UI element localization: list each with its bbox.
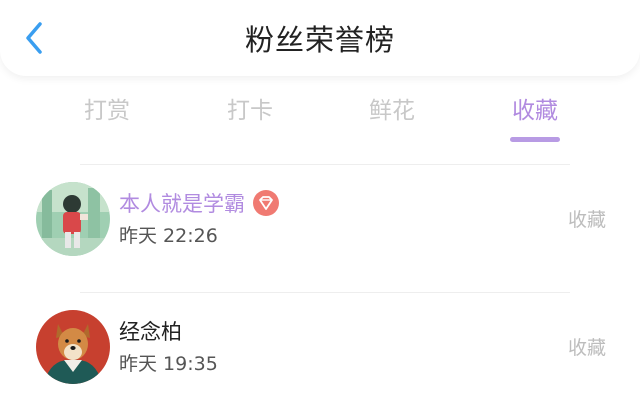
page: 粉丝荣誉榜 打赏 打卡 鲜花 收藏 本人就是学霸 昨天 22:26 收藏 经念柏…: [0, 0, 640, 419]
timestamp: 昨天 22:26: [119, 225, 218, 247]
tab-favorites[interactable]: 收藏: [485, 90, 585, 132]
timestamp: 昨天 19:35: [119, 353, 218, 375]
tab-checkin[interactable]: 打卡: [200, 90, 300, 132]
divider: [80, 292, 570, 293]
username: 本人就是学霸: [119, 190, 279, 218]
divider: [80, 164, 570, 165]
header-bar: 粉丝荣誉榜: [0, 0, 640, 76]
username: 经念柏: [119, 320, 182, 344]
page-title: 粉丝荣誉榜: [244, 23, 395, 57]
avatar[interactable]: [36, 310, 110, 384]
tab-reward[interactable]: 打赏: [57, 90, 157, 132]
tab-flowers[interactable]: 鲜花: [342, 90, 442, 132]
favorite-label: 收藏: [567, 209, 606, 231]
favorite-label: 收藏: [567, 337, 606, 359]
diamond-badge-icon: [253, 190, 279, 216]
active-tab-indicator: [510, 137, 560, 142]
list-item[interactable]: 经念柏 昨天 19:35 收藏: [0, 310, 640, 390]
avatar[interactable]: [36, 182, 110, 256]
username-text: 本人就是学霸: [119, 192, 245, 216]
list-item[interactable]: 本人就是学霸 昨天 22:26 收藏: [0, 182, 640, 262]
